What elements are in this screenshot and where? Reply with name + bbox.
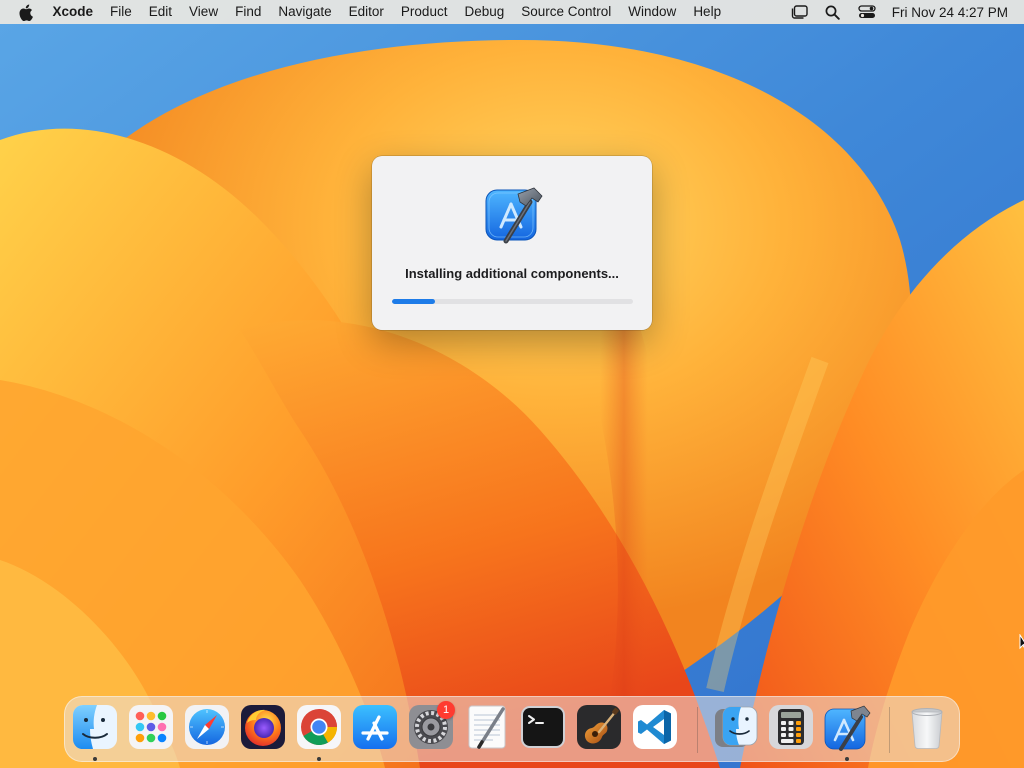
calculator-icon (769, 705, 813, 749)
menu-edit[interactable]: Edit (140, 0, 180, 24)
notification-badge: 1 (437, 701, 455, 719)
finder-icon (72, 705, 117, 749)
dock-vscode[interactable] (631, 703, 679, 751)
menu-bar-clock[interactable]: Fri Nov 24 4:27 PM (892, 5, 1008, 20)
dock-firefox[interactable] (239, 703, 287, 751)
menu-file[interactable]: File (102, 0, 141, 24)
menu-navigate[interactable]: Navigate (270, 0, 340, 24)
dock-xcode[interactable] (823, 703, 871, 761)
menu-source-control[interactable]: Source Control (513, 0, 620, 24)
app-store-icon (353, 705, 397, 749)
dock-separator (889, 707, 890, 753)
dock-separator (697, 707, 698, 753)
menu-find[interactable]: Find (227, 0, 270, 24)
dock-trash[interactable] (903, 703, 951, 751)
install-components-dialog: Installing additional components... (372, 156, 652, 330)
dock-textedit[interactable] (463, 703, 511, 751)
trash-icon (911, 708, 943, 749)
install-progress-bar (392, 299, 633, 304)
textedit-icon (468, 705, 506, 749)
safari-icon (185, 705, 229, 749)
running-indicator (317, 757, 321, 761)
dock-safari[interactable] (183, 703, 231, 751)
menu-view[interactable]: View (181, 0, 227, 24)
install-status-message: Installing additional components... (405, 266, 619, 281)
menu-help[interactable]: Help (685, 0, 730, 24)
running-indicator (93, 757, 97, 761)
menu-bar: Xcode File Edit View Find Navigate Edito… (0, 0, 1024, 24)
menu-product[interactable]: Product (392, 0, 456, 24)
menu-app-name[interactable]: Xcode (44, 0, 102, 24)
terminal-icon (521, 706, 565, 748)
dock-terminal[interactable] (519, 703, 567, 751)
menu-debug[interactable]: Debug (456, 0, 513, 24)
chrome-icon (297, 705, 341, 749)
menu-window[interactable]: Window (620, 0, 685, 24)
dock-finder[interactable] (71, 703, 119, 761)
menu-editor[interactable]: Editor (340, 0, 392, 24)
dock: 1 (64, 696, 960, 762)
dock-system-settings[interactable]: 1 (407, 701, 455, 751)
garageband-icon (577, 705, 621, 749)
running-indicator (845, 757, 849, 761)
desktop[interactable]: Xcode File Edit View Find Navigate Edito… (0, 0, 1024, 768)
dock-migration-assistant[interactable] (711, 703, 759, 751)
dock-chrome[interactable] (295, 703, 343, 761)
mouse-cursor-icon (1019, 634, 1024, 650)
migration-assistant-icon (715, 706, 758, 747)
dock-app-store[interactable] (351, 703, 399, 751)
stage-manager-icon[interactable] (789, 4, 809, 20)
xcode-app-icon (484, 184, 544, 246)
spotlight-search-icon[interactable] (823, 4, 843, 20)
control-center-icon[interactable] (857, 4, 877, 20)
dock-launchpad[interactable] (127, 703, 175, 751)
vscode-icon (633, 705, 677, 749)
apple-menu-icon[interactable] (18, 3, 34, 21)
launchpad-icon (129, 705, 173, 749)
install-progress-fill (392, 299, 436, 304)
firefox-icon (241, 705, 285, 749)
dock-garageband[interactable] (575, 703, 623, 751)
dock-calculator[interactable] (767, 703, 815, 751)
wallpaper (0, 0, 1024, 768)
xcode-icon (824, 705, 871, 751)
